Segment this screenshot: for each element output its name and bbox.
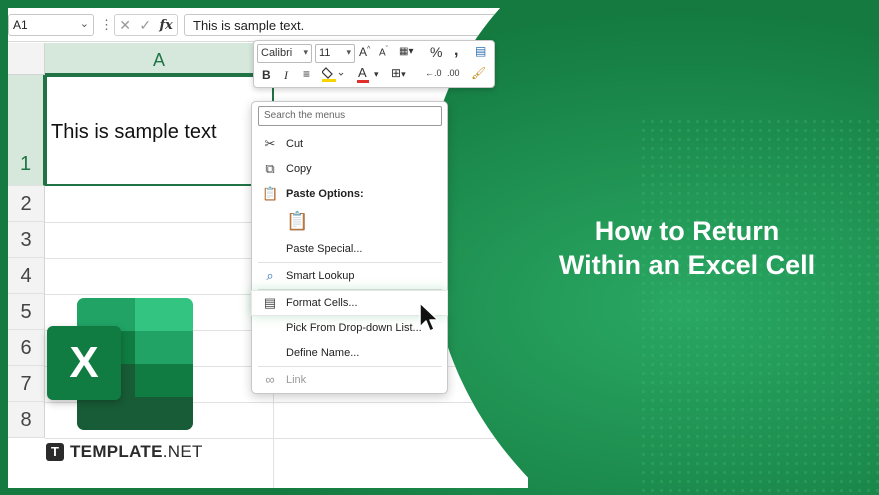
mini-toolbar: Calibri ▾ 11 ▾ A^ Aˇ ▦▾ % , ▤ B I ≡ A ▾ … [253, 40, 495, 88]
cell-a1[interactable]: This is sample text [45, 75, 274, 186]
format-cells-icon: ▤ [263, 295, 277, 310]
menu-separator [258, 262, 442, 263]
brand-name-bold: TEMPLATE [70, 442, 163, 461]
paste-icon: 📋 [286, 211, 309, 231]
decrease-decimal-icon[interactable]: ←.0 [425, 68, 442, 78]
row-header-7[interactable]: 7 [8, 366, 45, 402]
font-color-icon[interactable]: A ▾ [357, 65, 379, 83]
font-color-letter: A [358, 65, 367, 80]
menu-item-copy[interactable]: ⧉ Copy [252, 157, 447, 181]
italic-icon[interactable]: I [284, 68, 288, 83]
menu-item-label: Format Cells... [286, 297, 358, 309]
comma-icon[interactable]: , [454, 42, 458, 60]
scissors-icon: ✂ [264, 136, 276, 151]
search-icon: ⌕ [266, 268, 274, 283]
menu-item-smart-lookup[interactable]: ⌕ Smart Lookup [252, 264, 447, 288]
name-box[interactable]: A1 ⌄ [8, 14, 94, 36]
context-menu: Search the menus ✂ Cut ⧉ Copy 📋 Paste Op… [251, 101, 448, 394]
row-header-8[interactable]: 8 [8, 402, 45, 438]
menu-item-link: ∞ Link [252, 368, 447, 392]
paste-option-button[interactable]: 📋 [252, 208, 447, 236]
borders-icon[interactable]: ⊞▾ [391, 66, 406, 80]
chevron-down-icon[interactable]: ⌄ [80, 17, 89, 30]
headline: How to Return Within an Excel Cell [520, 214, 854, 282]
menu-item-label: Paste Special... [286, 243, 363, 255]
brand-name-suffix: .NET [162, 442, 203, 461]
excel-logo: X [47, 298, 195, 430]
font-color-swatch [357, 80, 369, 83]
brand-logo: T TEMPLATE.NET [46, 440, 203, 464]
menu-item-define-name[interactable]: Define Name... [252, 341, 447, 365]
column-header-a[interactable]: A [45, 43, 273, 75]
headline-line-1: How to Return [594, 216, 780, 246]
enter-icon[interactable]: ✓ [139, 17, 151, 34]
bold-icon[interactable]: B [262, 68, 271, 82]
menu-separator [258, 289, 442, 290]
name-box-value: A1 [13, 18, 28, 32]
logo-tile [135, 364, 193, 397]
row-header-3[interactable]: 3 [8, 222, 45, 258]
brand-name: TEMPLATE.NET [70, 442, 203, 462]
formula-buttons: ✕ ✓ fx [114, 14, 178, 36]
format-table-icon[interactable]: ▤ [475, 44, 486, 58]
menu-item-paste-special[interactable]: Paste Special... [252, 237, 447, 261]
font-size-value: 11 [319, 47, 331, 59]
excel-logo-letter: X [47, 326, 121, 400]
format-painter-icon[interactable]: 🖌 [471, 66, 486, 80]
select-all-corner[interactable] [8, 43, 45, 75]
increase-decimal-icon[interactable]: .00 [447, 68, 460, 78]
logo-tile [135, 331, 193, 364]
menu-item-label: Cut [286, 138, 304, 150]
menu-item-label: Link [286, 374, 307, 386]
align-icon[interactable]: ≡ [303, 67, 310, 81]
fill-color-icon[interactable] [321, 66, 344, 85]
menu-separator [258, 366, 442, 367]
headline-line-2: Within an Excel Cell [558, 250, 816, 280]
grid-line [45, 438, 528, 439]
percent-icon[interactable]: % [430, 44, 442, 60]
clipboard-icon: 📋 [262, 186, 279, 201]
number-format-icon[interactable]: ▦▾ [399, 46, 413, 57]
chevron-down-icon: ▾ [303, 47, 308, 57]
row-header-2[interactable]: 2 [8, 186, 45, 222]
chevron-down-icon: ▾ [374, 69, 379, 79]
mouse-cursor-icon [419, 302, 439, 332]
copy-icon: ⧉ [265, 161, 275, 176]
more-options-icon[interactable]: ⋮ [100, 17, 113, 33]
link-icon: ∞ [265, 372, 275, 387]
menu-search-input[interactable]: Search the menus [258, 106, 442, 126]
row-header-1[interactable]: 1 [8, 75, 45, 186]
shrink-font-icon[interactable]: Aˇ [379, 46, 388, 58]
logo-tile [77, 397, 193, 430]
row-header-4[interactable]: 4 [8, 258, 45, 294]
menu-item-label: Define Name... [286, 347, 360, 359]
logo-tile [135, 298, 193, 331]
menu-item-label: Paste Options: [286, 188, 364, 200]
menu-item-label: Smart Lookup [286, 270, 355, 282]
font-name-value: Calibri [261, 47, 293, 59]
menu-item-paste-options: 📋 Paste Options: [252, 182, 447, 206]
promo-banner: A1 ⌄ ⋮ ✕ ✓ fx This is sample text. A 1 2… [0, 0, 879, 495]
insert-function-icon[interactable]: fx [159, 18, 172, 33]
menu-item-cut[interactable]: ✂ Cut [252, 132, 447, 156]
row-header-6[interactable]: 6 [8, 330, 45, 366]
font-name-select[interactable]: Calibri ▾ [257, 44, 312, 63]
grow-font-icon[interactable]: A^ [359, 45, 370, 59]
row-header-5[interactable]: 5 [8, 294, 45, 330]
font-size-select[interactable]: 11 ▾ [315, 44, 355, 63]
chevron-down-icon: ▾ [346, 47, 351, 57]
formula-input[interactable]: This is sample text. [184, 14, 524, 36]
formula-bar: A1 ⌄ ⋮ ✕ ✓ fx This is sample text. [8, 8, 528, 42]
cancel-icon[interactable]: ✕ [119, 17, 131, 34]
brand-mark: T [46, 443, 64, 461]
menu-item-label: Pick From Drop-down List... [286, 322, 422, 334]
menu-item-label: Copy [286, 163, 312, 175]
